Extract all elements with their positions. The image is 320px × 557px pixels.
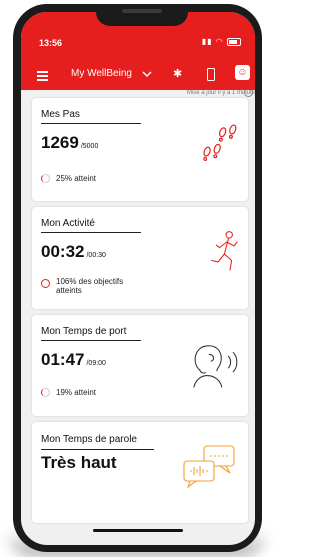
hearing-aid-head-icon [193,345,238,388]
wear-value: 01:47/09:00 [41,350,106,370]
speech-bubbles-icon [183,445,235,488]
app-title: My WellBeing [71,68,132,79]
wear-target: /09:00 [86,360,106,367]
activity-target: /00:30 [86,252,106,259]
card-title: Mon Activité [41,218,95,229]
speaker [122,9,162,13]
menu-icon[interactable] [37,71,48,83]
speech-value: Très haut [41,453,117,472]
speech-time-card[interactable]: Mon Temps de parole Très haut [32,422,248,523]
status-time: 13:56 [39,38,63,48]
footprints-icon [203,124,237,161]
wear-progress: 19% atteint [41,388,96,397]
status-icons: ▮▮ ◠ [202,37,241,46]
avatar-icon[interactable]: ☺ [235,65,250,80]
steps-target: /5000 [80,143,99,150]
notch [96,4,188,26]
activity-time: 00:32 [41,242,85,261]
title-divider [41,232,141,233]
progress-label: 106% des objectifs atteints [56,277,124,295]
bluetooth-icon[interactable]: ✱ [173,67,182,80]
signal-icon: ▮▮ [201,37,213,46]
steps-count: 1269 [41,133,79,152]
chevron-down-icon[interactable] [142,71,152,77]
card-title: Mes Pas [41,109,80,120]
home-indicator[interactable] [93,529,183,532]
progress-ring-icon [41,388,50,397]
battery-icon [227,37,241,46]
running-person-icon [211,231,238,271]
wear-time: 01:47 [41,350,85,369]
title-divider [41,123,141,124]
steps-value: 1269/5000 [41,133,98,153]
title-divider [41,449,154,450]
wear-time-card[interactable]: Mon Temps de port 01:47/09:00 19% attein… [32,315,248,416]
progress-ring-icon [41,174,50,183]
progress-ring-icon [41,279,50,288]
title-divider [41,340,141,341]
steps-card[interactable]: Mes Pas 1269/5000 25% atteint [32,98,248,201]
app-screen: 13:56 ▮▮ ◠ My WellBeing ✱ ☺ Mise à jour … [21,12,255,545]
activity-progress: 106% des objectifs atteints [41,277,151,295]
card-title: Mon Temps de port [41,326,127,337]
activity-value: 00:32/00:30 [41,242,106,262]
refresh-icon[interactable] [244,88,253,97]
steps-progress: 25% atteint [41,174,96,183]
card-title: Mon Temps de parole [41,434,137,445]
wifi-icon: ◠ [215,37,224,46]
phone-icon[interactable] [207,68,215,81]
progress-label: 25% atteint [56,174,97,183]
progress-label: 19% atteint [56,388,97,397]
activity-card[interactable]: Mon Activité 00:32/00:30 106% des object… [32,207,248,309]
